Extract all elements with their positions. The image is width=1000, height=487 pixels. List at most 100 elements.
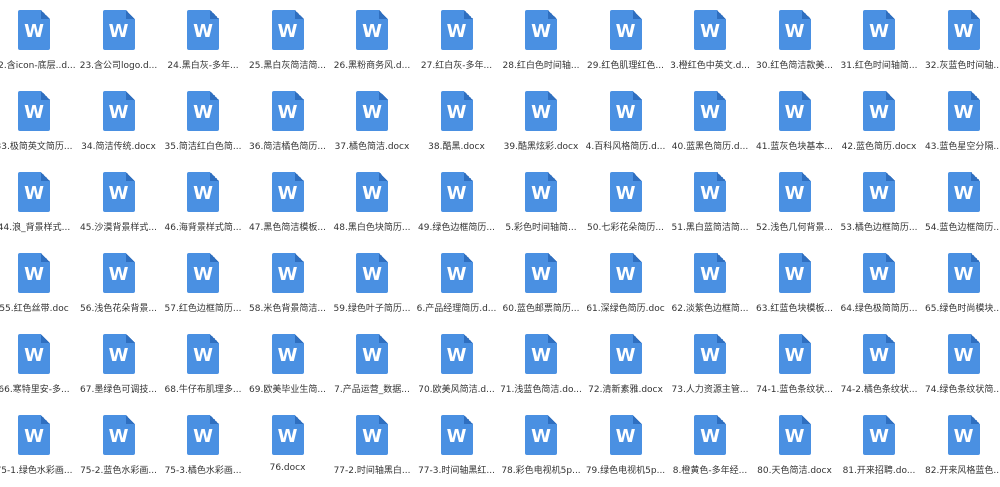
- file-item[interactable]: W38.酷黑.docx: [415, 79, 499, 163]
- file-item[interactable]: W75-1.绿色水彩画...: [0, 403, 76, 487]
- file-item[interactable]: W42.蓝色简历.docx: [837, 79, 921, 163]
- file-item[interactable]: W66.寒特里安-多...: [0, 322, 76, 406]
- file-item[interactable]: W51.黑白蓝简洁简...: [668, 160, 752, 244]
- file-item[interactable]: W80.天色简洁.docx: [753, 403, 837, 487]
- file-item[interactable]: W43.蓝色星空分隔...: [922, 79, 1000, 163]
- file-item[interactable]: W44.浪_背景样式...: [0, 160, 76, 244]
- file-item[interactable]: W22.含icon-底层..d...: [0, 0, 76, 82]
- file-item[interactable]: W54.蓝色边框简历...: [922, 160, 1000, 244]
- file-item[interactable]: W74-2.橘色条纹状...: [837, 322, 921, 406]
- file-item[interactable]: W48.黑白色块简历...: [330, 160, 414, 244]
- file-item[interactable]: W5.彩色时间轴简...: [499, 160, 583, 244]
- word-icon-letter: W: [694, 345, 726, 366]
- file-item[interactable]: W34.简洁传统.docx: [77, 79, 161, 163]
- file-name: 68.牛仔布肌理多...: [161, 382, 245, 395]
- file-item[interactable]: W23.含公司logo.d...: [77, 0, 161, 82]
- file-item[interactable]: W49.绿色边框简历...: [415, 160, 499, 244]
- file-name: 73.人力资源主管...: [668, 382, 752, 395]
- file-item[interactable]: W 76.docx: [246, 403, 330, 487]
- file-item[interactable]: W39.酷黑炫彩.docx: [499, 79, 583, 163]
- file-item[interactable]: W47.黑色简洁模板...: [246, 160, 330, 244]
- file-item[interactable]: W70.欧美风简洁.d...: [415, 322, 499, 406]
- file-item[interactable]: W33.极简英文简历...: [0, 79, 76, 163]
- file-item[interactable]: W50.七彩花朵简历...: [584, 160, 668, 244]
- file-item[interactable]: W69.欧美毕业生简...: [246, 322, 330, 406]
- file-item[interactable]: W65.绿色时尚模块...: [922, 241, 1000, 325]
- file-item[interactable]: W 73.人力资源主管...: [668, 322, 752, 406]
- file-item[interactable]: W59.绿色叶子简历...: [330, 241, 414, 325]
- file-item[interactable]: W77-2.时间轴黑白...: [330, 403, 414, 487]
- file-item[interactable]: W75-2.蓝色水彩画...: [77, 403, 161, 487]
- file-name: 36.简洁橘色简历...: [246, 139, 330, 152]
- file-item[interactable]: W63.红蓝色块模板...: [753, 241, 837, 325]
- file-item[interactable]: W81.开来招聘.do...: [837, 403, 921, 487]
- file-item[interactable]: W67.墨绿色可调技...: [77, 322, 161, 406]
- file-item[interactable]: W4.百科风格简历.d...: [584, 79, 668, 163]
- file-item[interactable]: W72.清新素雅.docx: [584, 322, 668, 406]
- file-item[interactable]: W26.黑粉商务风.d...: [330, 0, 414, 82]
- file-item[interactable]: W71.浅蓝色简洁.do...: [499, 322, 583, 406]
- file-item[interactable]: W7.产品运营_数据...: [330, 322, 414, 406]
- file-item[interactable]: W60.蓝色邮票简历...: [499, 241, 583, 325]
- file-name: 76.docx: [246, 463, 330, 473]
- word-document-icon: W: [694, 415, 726, 455]
- file-item[interactable]: W78.彩色电视机5p...: [499, 403, 583, 487]
- file-item[interactable]: W74-1.蓝色条纹状...: [753, 322, 837, 406]
- file-item[interactable]: W61.深绿色简历.doc: [584, 241, 668, 325]
- word-document-icon: W: [356, 172, 388, 212]
- file-item[interactable]: W77-3.时间轴黑红...: [415, 403, 499, 487]
- word-document-icon: W: [610, 10, 642, 50]
- file-item[interactable]: W35.简洁红白色简...: [161, 79, 245, 163]
- word-document-icon: W: [525, 415, 557, 455]
- file-item[interactable]: W56.浅色花朵背景...: [77, 241, 161, 325]
- word-document-icon: W: [863, 10, 895, 50]
- file-item[interactable]: W24.黑白灰-多年...: [161, 0, 245, 82]
- word-icon-letter: W: [18, 102, 50, 123]
- file-item[interactable]: W62.淡紫色边框简...: [668, 241, 752, 325]
- file-item[interactable]: W29.红色肌理红色...: [584, 0, 668, 82]
- file-item[interactable]: W40.蓝黑色简历.d...: [668, 79, 752, 163]
- file-item[interactable]: W36.简洁橘色简历...: [246, 79, 330, 163]
- word-icon-letter: W: [272, 183, 304, 204]
- file-item[interactable]: W28.红白色时间轴...: [499, 0, 583, 82]
- file-item[interactable]: W37.橘色简洁.docx: [330, 79, 414, 163]
- file-item[interactable]: W64.绿色极简简历...: [837, 241, 921, 325]
- word-icon-letter: W: [525, 183, 557, 204]
- file-item[interactable]: W41.蓝灰色块基本...: [753, 79, 837, 163]
- word-document-icon: W: [694, 334, 726, 374]
- file-item[interactable]: W57.红色边框简历...: [161, 241, 245, 325]
- file-item[interactable]: W3.橙红色中英文.d...: [668, 0, 752, 82]
- file-item[interactable]: W8.橙黄色-多年经...: [668, 403, 752, 487]
- word-icon-letter: W: [103, 102, 135, 123]
- word-icon-letter: W: [103, 183, 135, 204]
- file-item[interactable]: W52.浅色几何背景...: [753, 160, 837, 244]
- file-item[interactable]: W25.黑白灰简洁简...: [246, 0, 330, 82]
- file-item[interactable]: W27.红白灰-多年...: [415, 0, 499, 82]
- file-item[interactable]: W6.产品经理简历.d...: [415, 241, 499, 325]
- file-item[interactable]: W74.绿色条纹状简...: [922, 322, 1000, 406]
- file-item[interactable]: W68.牛仔布肌理多...: [161, 322, 245, 406]
- file-item[interactable]: W55.红色丝带.doc: [0, 241, 76, 325]
- word-document-icon: W: [103, 10, 135, 50]
- word-icon-letter: W: [525, 21, 557, 42]
- word-document-icon: W: [779, 172, 811, 212]
- word-icon-letter: W: [18, 345, 50, 366]
- file-item[interactable]: W75-3.橘色水彩画...: [161, 403, 245, 487]
- file-item[interactable]: W 31.红色时间轴简...: [837, 0, 921, 82]
- file-item[interactable]: W53.橘色边框简历...: [837, 160, 921, 244]
- file-item[interactable]: W79.绿色电视机5p...: [584, 403, 668, 487]
- file-item[interactable]: W46.海背景样式简...: [161, 160, 245, 244]
- word-document-icon: W: [610, 172, 642, 212]
- word-document-icon: W: [694, 10, 726, 50]
- word-icon-letter: W: [272, 426, 304, 447]
- file-item[interactable]: W30.红色简洁款美...: [753, 0, 837, 82]
- file-item[interactable]: W58.米色背景简洁...: [246, 241, 330, 325]
- file-name: 31.红色时间轴简...: [837, 58, 921, 71]
- word-document-icon: W: [272, 172, 304, 212]
- file-item[interactable]: W32.灰蓝色时间轴...: [922, 0, 1000, 82]
- file-item[interactable]: W82.开来风格蓝色...: [922, 403, 1000, 487]
- word-document-icon: W: [863, 253, 895, 293]
- file-item[interactable]: W45.沙漠背景样式...: [77, 160, 161, 244]
- word-document-icon: W: [103, 172, 135, 212]
- word-document-icon: W: [18, 415, 50, 455]
